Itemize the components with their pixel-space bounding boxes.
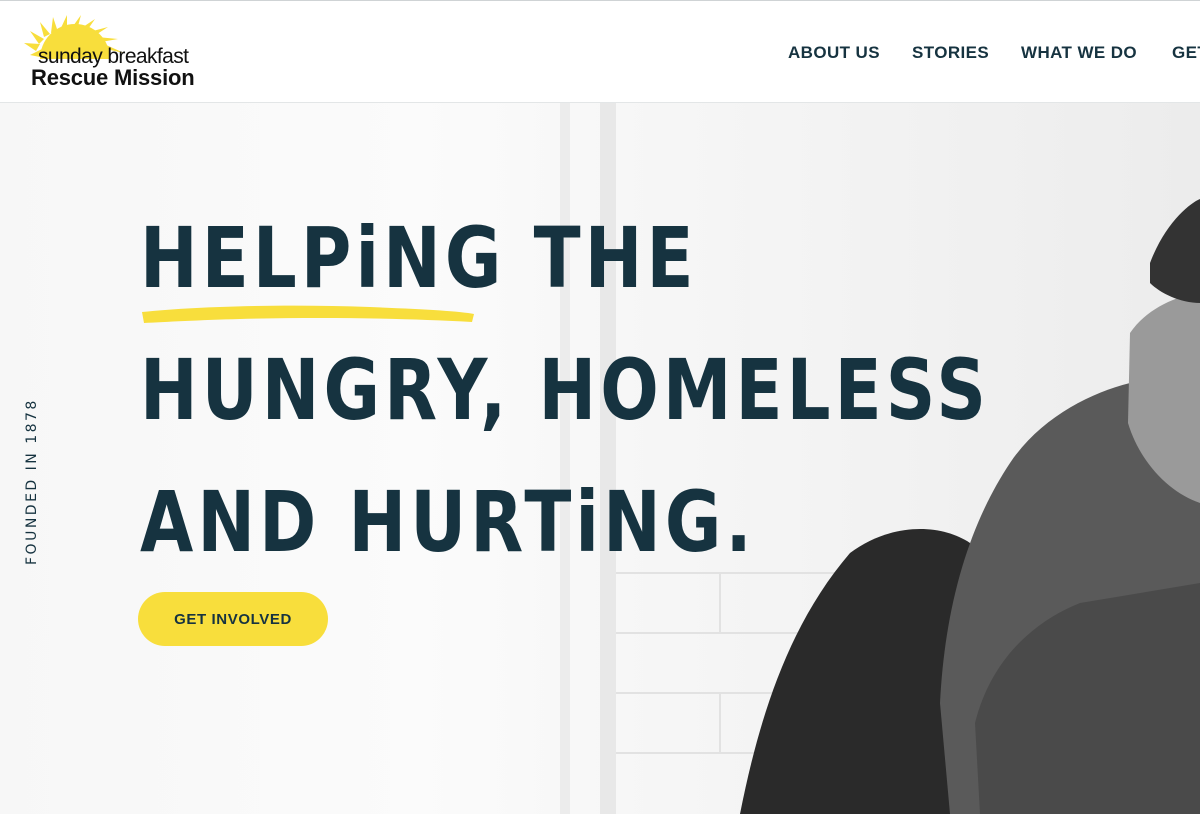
get-involved-button[interactable]: GET INVOLVED <box>138 592 328 646</box>
nav-item-stories[interactable]: STORIES <box>912 43 989 63</box>
headline-line-2: HUNGRY, HOMELESS <box>140 341 991 439</box>
hero-headline: HELPiNG THE HUNGRY, HOMELESS AND HURTiNG… <box>140 192 991 588</box>
nav-item-get-involved[interactable]: GET <box>1172 43 1200 63</box>
site-logo[interactable]: sunday breakfast Rescue Mission <box>20 15 210 95</box>
site-header: sunday breakfast Rescue Mission ABOUT US… <box>0 0 1200 103</box>
page: sunday breakfast Rescue Mission ABOUT US… <box>0 0 1200 814</box>
headline-line-3: AND HURTiNG. <box>140 473 756 571</box>
founded-tagline: FOUNDED IN 1878 <box>24 398 40 565</box>
nav-item-about-us[interactable]: ABOUT US <box>788 43 880 63</box>
headline-line-1: HELPiNG THE <box>140 209 698 307</box>
nav-item-what-we-do[interactable]: WHAT WE DO <box>1021 43 1137 63</box>
logo-text-bottom: Rescue Mission <box>31 65 195 90</box>
